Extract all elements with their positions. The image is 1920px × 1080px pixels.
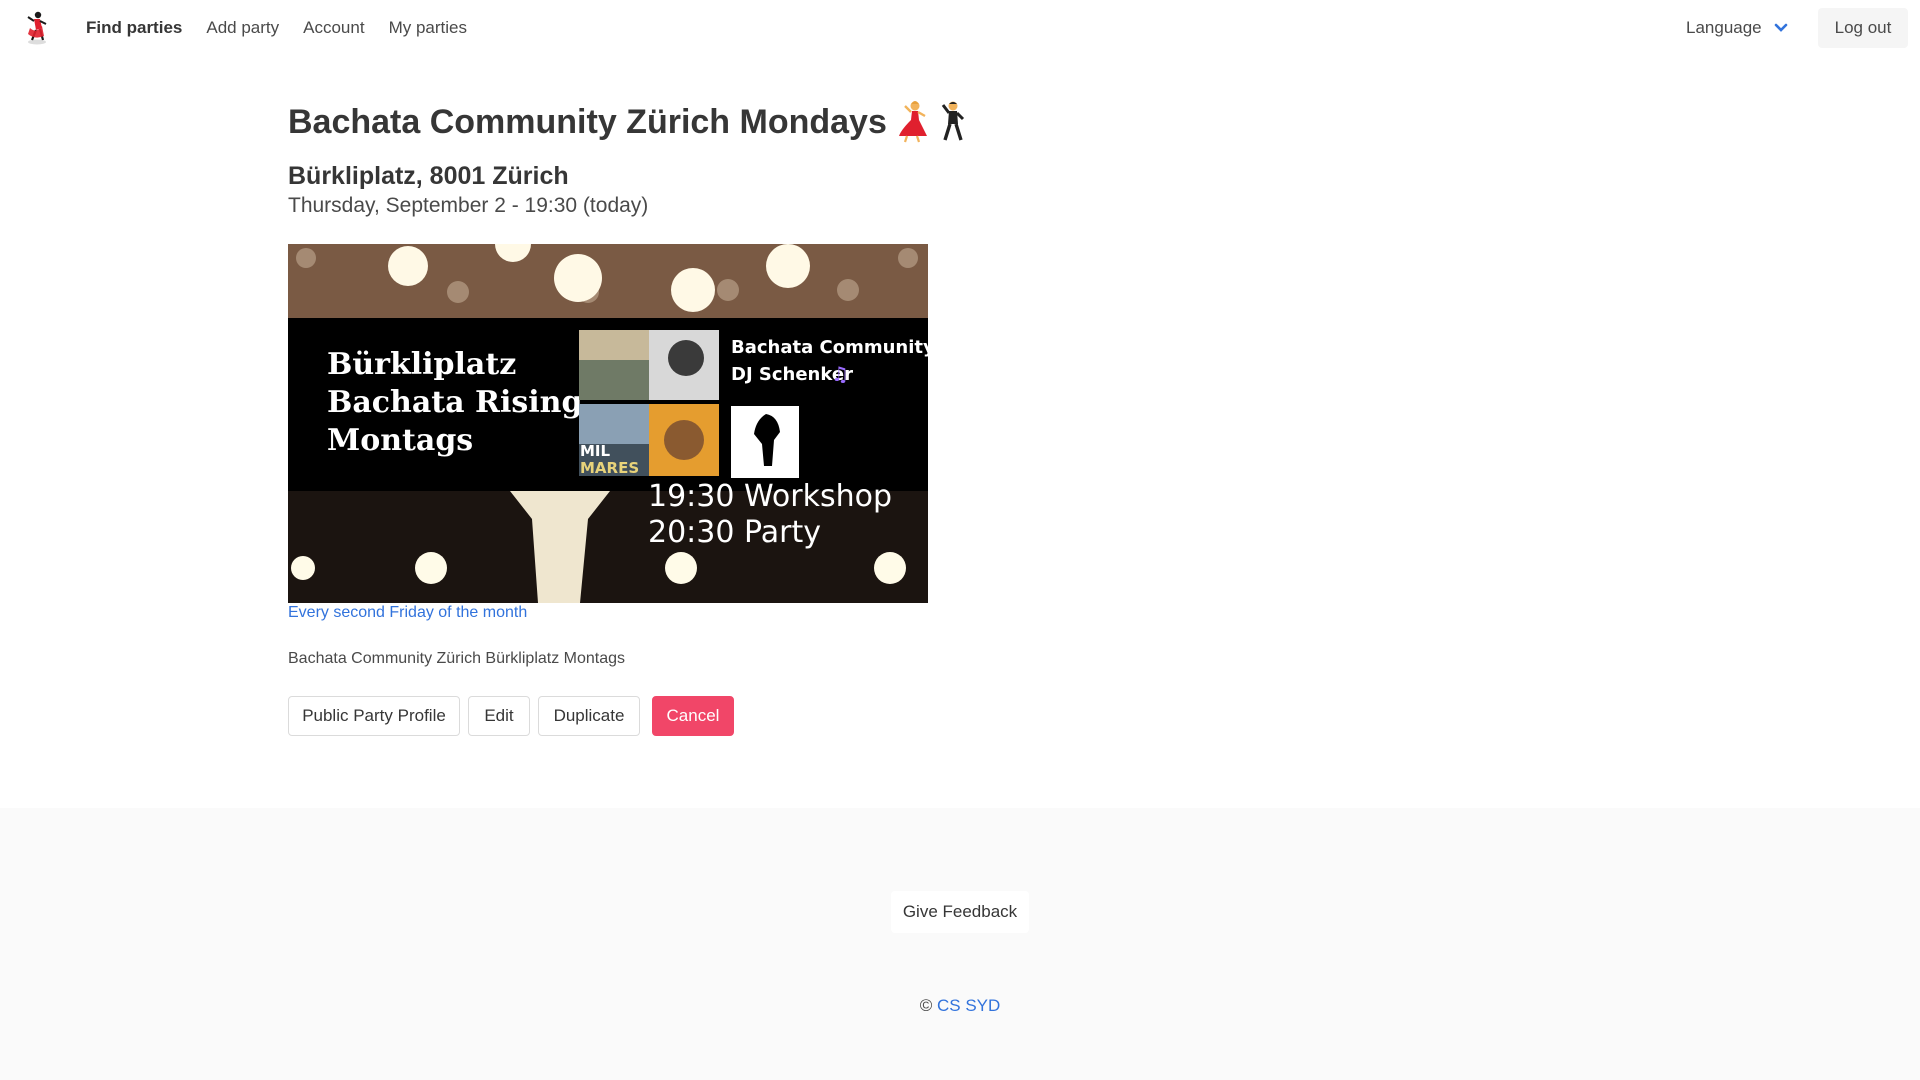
dancing-woman-icon [898, 101, 964, 143]
party-details: Bachata Community Zürich Mondays Bürklip… [288, 96, 1288, 736]
dancers-emoji [897, 100, 971, 144]
copyright-symbol: © [919, 996, 933, 1015]
language-dropdown[interactable]: Language [1686, 0, 1788, 55]
navbar: Find parties Add party Account My partie… [0, 0, 1920, 55]
nav-add-party[interactable]: Add party [194, 18, 291, 38]
poster-heading-3: Montags [327, 423, 473, 458]
music-note-icon: ♫ [831, 362, 849, 386]
page-title: Bachata Community Zürich Mondays [288, 96, 1288, 148]
poster-schedule-1: 19:30 Workshop [648, 479, 892, 514]
nav-account[interactable]: Account [291, 18, 376, 38]
cs-syd-link[interactable]: CS SYD [937, 996, 1000, 1015]
dancer-logo-icon[interactable] [20, 10, 54, 46]
edit-button[interactable]: Edit [468, 696, 530, 736]
cancel-button[interactable]: Cancel [652, 696, 734, 736]
dancing-man-icon [941, 101, 964, 141]
nav-my-parties[interactable]: My parties [377, 18, 479, 38]
copyright: © CS SYD [0, 996, 1920, 1016]
poster-heading-1: Bürkliplatz [327, 347, 516, 382]
poster-schedule-2: 20:30 Party [648, 515, 821, 550]
party-poster-image: Bürkliplatz Bachata Rising Montags MIL M… [288, 244, 928, 603]
poster-side-1: Bachata Community [731, 337, 928, 358]
public-party-profile-button[interactable]: Public Party Profile [288, 696, 460, 736]
duplicate-button[interactable]: Duplicate [538, 696, 640, 736]
party-title: Bachata Community Zürich Mondays [288, 103, 887, 141]
album-text-1: MIL [580, 442, 611, 460]
party-address: Bürkliplatz, 8001 Zürich [288, 162, 569, 190]
recurrence-link[interactable]: Every second Friday of the month [288, 604, 527, 622]
chevron-down-icon [1774, 23, 1787, 32]
album-text-2: MARES [580, 459, 639, 477]
language-label: Language [1686, 17, 1762, 37]
party-datetime: Thursday, September 2 - 19:30 (today) [288, 194, 649, 217]
poster-heading-2: Bachata Rising [327, 385, 582, 420]
party-description: Bachata Community Zürich Bürkliplatz Mon… [288, 650, 626, 667]
give-feedback-button[interactable]: Give Feedback [891, 891, 1029, 933]
logout-button[interactable]: Log out [1818, 8, 1908, 48]
nav-find-parties[interactable]: Find parties [74, 18, 194, 38]
footer: Give Feedback © CS SYD [0, 808, 1920, 1080]
nav-links: Find parties Add party Account My partie… [74, 0, 479, 55]
